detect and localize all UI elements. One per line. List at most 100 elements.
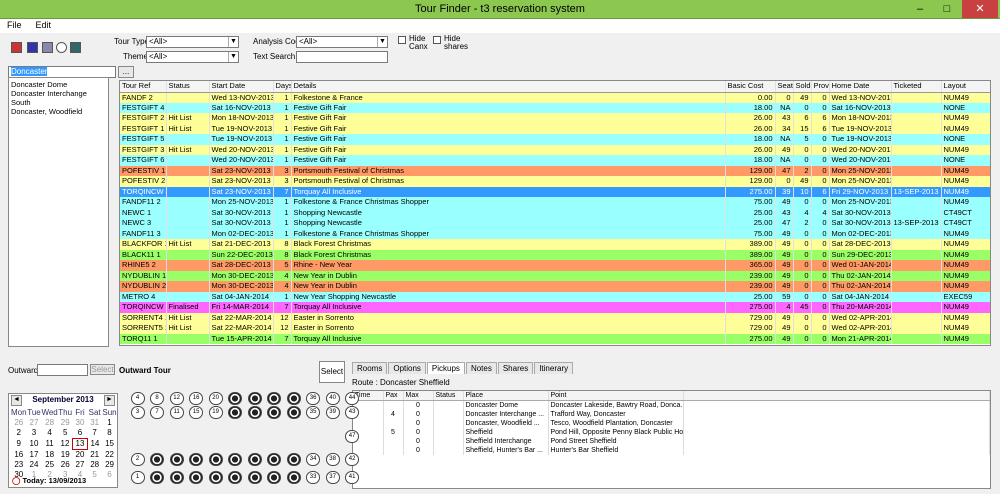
column-header[interactable]: Sold bbox=[793, 81, 812, 93]
grid-icon[interactable] bbox=[42, 42, 53, 53]
table-row[interactable]: FANDF11 2 Mon 25-NOV-2013 1 Folkestone & Fr… bbox=[120, 197, 990, 208]
calendar-day[interactable]: 11 bbox=[41, 439, 57, 450]
table-row[interactable]: POFESTIV 2 Sat 23-NOV-2013 3 Portsmouth Fes… bbox=[120, 176, 990, 187]
calendar-day[interactable]: 20 bbox=[73, 450, 88, 461]
list-item[interactable]: Doncaster Interchange South bbox=[11, 89, 106, 107]
pickup-row[interactable]: 5 0 Sheffield Pond Hill, Opposite Penny Bla… bbox=[353, 428, 990, 437]
table-row[interactable]: NEWC 3 Sat 30-NOV-2013 1 Shopping Newcastle… bbox=[120, 218, 990, 229]
pickup-column-header[interactable]: Point bbox=[548, 391, 684, 401]
outward-input[interactable] bbox=[37, 364, 88, 376]
seat[interactable]: 11 bbox=[169, 406, 184, 419]
seat[interactable]: 43 bbox=[345, 406, 360, 419]
seat[interactable] bbox=[228, 406, 243, 419]
list-item[interactable]: Doncaster Dome bbox=[11, 80, 106, 89]
text-search-input[interactable] bbox=[296, 51, 388, 63]
table-row[interactable]: NYDUBLIN 1 Mon 30-DEC-2013 4 New Year in Du… bbox=[120, 270, 990, 281]
seat[interactable]: 20 bbox=[208, 392, 223, 405]
column-header[interactable]: Days bbox=[273, 81, 292, 93]
seat[interactable]: 44 bbox=[345, 392, 360, 405]
calendar-day[interactable]: 27 bbox=[27, 418, 42, 428]
calendar-day[interactable]: 3 bbox=[27, 428, 42, 439]
select-button[interactable]: Select bbox=[319, 361, 345, 383]
table-row[interactable]: NYDUBLIN 2 Mon 30-DEC-2013 4 New Year in Du… bbox=[120, 281, 990, 292]
calendar-day[interactable]: 6 bbox=[102, 470, 117, 480]
calendar-day[interactable]: 6 bbox=[73, 428, 88, 439]
column-header[interactable]: Prov bbox=[811, 81, 830, 93]
list-item[interactable]: Doncaster, Woodfield bbox=[11, 107, 106, 116]
calendar-day[interactable]: 27 bbox=[73, 460, 88, 470]
seat[interactable] bbox=[150, 471, 165, 484]
hide-shares-checkbox[interactable] bbox=[433, 36, 441, 44]
column-header[interactable]: Home Date bbox=[829, 81, 892, 93]
seat[interactable] bbox=[189, 453, 204, 466]
pickup-row[interactable]: 0 Doncaster, Woodfield ... Tesco, Woodfiel… bbox=[353, 419, 990, 428]
calendar-day[interactable]: 10 bbox=[27, 439, 42, 450]
next-month-button[interactable]: ► bbox=[104, 395, 115, 406]
tab-pickups[interactable]: Pickups bbox=[426, 362, 465, 374]
menu-file[interactable]: File bbox=[0, 19, 29, 31]
column-header[interactable]: Ticketed bbox=[891, 81, 942, 93]
pickup-column-header[interactable]: Max bbox=[403, 391, 434, 401]
column-header[interactable]: Basic Cost bbox=[725, 81, 776, 93]
pickup-column-header[interactable]: Place bbox=[463, 391, 549, 401]
calendar-day[interactable]: 19 bbox=[58, 450, 73, 461]
seat[interactable] bbox=[228, 471, 243, 484]
table-row[interactable]: BLACKFOR 1 Hit List Sat 21-DEC-2013 8 Black … bbox=[120, 239, 990, 250]
column-header[interactable]: Status bbox=[166, 81, 210, 93]
seat[interactable] bbox=[208, 453, 223, 466]
seat[interactable]: 35 bbox=[306, 406, 321, 419]
calendar-day[interactable]: 25 bbox=[41, 460, 57, 470]
seat[interactable] bbox=[169, 471, 184, 484]
tab-itinerary[interactable]: Itinerary bbox=[534, 362, 574, 374]
calendar-day[interactable]: 23 bbox=[11, 460, 27, 470]
seat[interactable]: 37 bbox=[325, 471, 340, 484]
seat[interactable] bbox=[286, 471, 301, 484]
pickup-column-header[interactable]: Pax bbox=[383, 391, 404, 401]
seat[interactable] bbox=[150, 453, 165, 466]
minimize-button[interactable]: – bbox=[908, 0, 932, 18]
calendar-day[interactable]: 26 bbox=[58, 460, 73, 470]
seat[interactable] bbox=[208, 471, 223, 484]
calendar-day[interactable]: 2 bbox=[11, 428, 27, 439]
table-row[interactable]: FANDF11 3 Mon 02-DEC-2013 1 Folkestone & Fr… bbox=[120, 228, 990, 239]
seat[interactable]: 4 bbox=[130, 392, 145, 405]
pickup-row[interactable]: 4 0 Doncaster Interchange ... Trafford Way,… bbox=[353, 410, 990, 419]
seat[interactable] bbox=[267, 392, 282, 405]
calendar-day[interactable]: 28 bbox=[87, 460, 102, 470]
table-row[interactable]: SORRENT4 1 Hit List Sat 22-MAR-2014 12 Easte… bbox=[120, 312, 990, 323]
calendar-day[interactable]: 30 bbox=[73, 418, 88, 428]
pickup-row[interactable]: 0 Doncaster Dome Doncaster Lakeside, Bawtr… bbox=[353, 400, 990, 410]
seat[interactable]: 39 bbox=[325, 406, 340, 419]
seat[interactable] bbox=[267, 406, 282, 419]
calendar[interactable]: ◄ September 2013 ► Mon Tue Wed Thu Fri Sat Sun… bbox=[8, 393, 118, 488]
seat[interactable] bbox=[189, 471, 204, 484]
calendar-day[interactable]: 17 bbox=[27, 450, 42, 461]
calendar-day[interactable]: 15 bbox=[102, 439, 117, 450]
calendar-day[interactable]: 21 bbox=[87, 450, 102, 461]
calendar-day[interactable]: 7 bbox=[87, 428, 102, 439]
seat[interactable]: 12 bbox=[169, 392, 184, 405]
table-row[interactable]: NEWC 1 Sat 30-NOV-2013 1 Shopping Newcastle… bbox=[120, 207, 990, 218]
calendar-day[interactable]: 22 bbox=[102, 450, 117, 461]
seat[interactable] bbox=[286, 392, 301, 405]
tab-options[interactable]: Options bbox=[388, 362, 426, 374]
table-row[interactable]: FESTGIFT 6 Wed 20-NOV-2013 1 Festive Gift F… bbox=[120, 155, 990, 166]
calendar-day[interactable]: 24 bbox=[27, 460, 42, 470]
calendar-day[interactable]: 31 bbox=[87, 418, 102, 428]
pickup-column-header[interactable]: Status bbox=[433, 391, 464, 401]
pickup-row[interactable]: 0 Sheffield, Hunter's Bar ... Hunter's Bar… bbox=[353, 446, 990, 455]
calendar-day[interactable]: 8 bbox=[102, 428, 117, 439]
seat[interactable]: 16 bbox=[189, 392, 204, 405]
seat[interactable]: 2 bbox=[130, 453, 145, 466]
outward-select-button[interactable]: Select bbox=[90, 364, 115, 375]
calendar-icon[interactable] bbox=[27, 42, 38, 53]
maximize-button[interactable]: □ bbox=[935, 0, 959, 18]
column-header[interactable]: Tour Ref bbox=[120, 81, 167, 93]
table-row[interactable]: FESTGIFT 2 Hit List Mon 18-NOV-2013 1 Festiv… bbox=[120, 113, 990, 124]
seat[interactable]: 42 bbox=[345, 453, 360, 466]
seat[interactable] bbox=[169, 453, 184, 466]
seat[interactable]: 7 bbox=[150, 406, 165, 419]
calendar-day[interactable]: 12 bbox=[58, 439, 73, 450]
seat[interactable] bbox=[247, 406, 262, 419]
column-header[interactable]: Layout bbox=[941, 81, 990, 93]
